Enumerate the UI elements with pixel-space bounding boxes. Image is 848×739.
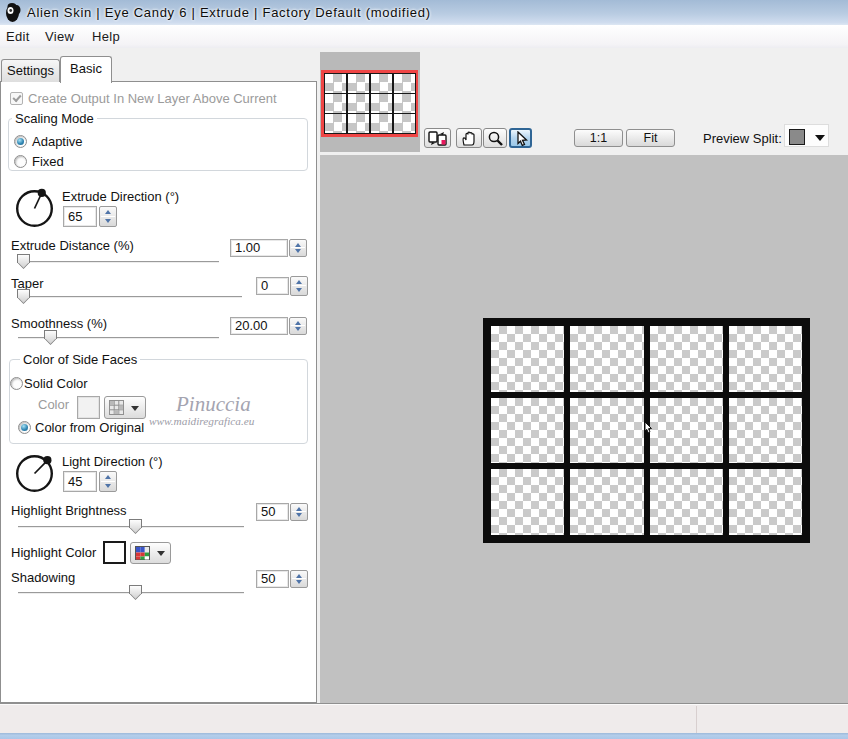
label-color-side-faces: Color of Side Faces [20, 352, 140, 367]
input-smoothness[interactable]: 20.00 [230, 317, 288, 335]
statusbar [0, 705, 848, 733]
label-preview-split: Preview Split: [703, 131, 782, 146]
spin-highlight-brightness[interactable] [290, 503, 308, 521]
btn-zoom[interactable] [483, 128, 507, 148]
radio-adaptive[interactable] [14, 135, 27, 148]
watermark-url: www.maidiregrafica.eu [149, 415, 254, 427]
label-scaling-mode: Scaling Mode [12, 111, 97, 126]
btn-pan[interactable] [456, 128, 482, 148]
preview-area [320, 155, 848, 704]
spin-light-direction[interactable] [99, 471, 117, 492]
input-extrude-direction[interactable]: 65 [63, 206, 97, 227]
app-icon [4, 2, 22, 23]
label-highlight-color: Highlight Color [11, 545, 96, 560]
dial-light-direction[interactable] [14, 453, 55, 494]
label-solid-color: Solid Color [24, 376, 88, 391]
title-text: Alien Skin | Eye Candy 6 | Extrude | Fac… [27, 0, 431, 25]
dropdown-preview-split[interactable] [784, 124, 829, 147]
label-highlight-brightness: Highlight Brightness [11, 503, 127, 518]
menubar: Edit View Help [0, 25, 848, 48]
thumbnail-image [324, 73, 416, 134]
spin-smoothness[interactable] [289, 317, 307, 335]
swatch-highlight-color[interactable] [103, 541, 126, 564]
eye-candy-extrude-window: Alien Skin | Eye Candy 6 | Extrude | Fac… [0, 0, 848, 739]
input-taper[interactable]: 0 [256, 277, 289, 295]
radio-fixed[interactable] [14, 155, 27, 168]
input-extrude-distance[interactable]: 1.00 [230, 239, 288, 257]
spin-taper[interactable] [290, 276, 308, 296]
menu-edit[interactable]: Edit [6, 28, 30, 46]
btn-select[interactable] [509, 128, 532, 148]
input-light-direction[interactable]: 45 [63, 471, 97, 492]
label-smoothness: Smoothness (%) [11, 316, 107, 331]
label-fixed: Fixed [32, 154, 64, 169]
spin-extrude-direction[interactable] [99, 206, 117, 227]
spin-extrude-distance[interactable] [289, 239, 307, 257]
dial-extrude-direction[interactable] [14, 188, 55, 229]
cursor [644, 421, 653, 434]
label-shadowing: Shadowing [11, 570, 75, 585]
titlebar: Alien Skin | Eye Candy 6 | Extrude | Fac… [0, 0, 848, 25]
btn-compare[interactable] [424, 128, 451, 148]
tab-basic[interactable]: Basic [60, 56, 112, 83]
label-adaptive: Adaptive [32, 134, 83, 149]
label-extrude-direction: Extrude Direction (°) [62, 189, 179, 204]
label-taper: Taper [11, 276, 44, 291]
input-highlight-brightness[interactable]: 50 [256, 503, 289, 521]
btn-fit[interactable]: Fit [626, 129, 675, 147]
label-create-output: Create Output In New Layer Above Current [28, 91, 277, 106]
swatch-solid-color[interactable] [77, 396, 100, 419]
dropdown-solid-color[interactable] [104, 396, 146, 419]
tab-settings[interactable]: Settings [1, 59, 60, 82]
menu-view[interactable]: View [45, 28, 74, 46]
btn-1to1[interactable]: 1:1 [574, 129, 623, 147]
label-color: Color [38, 397, 69, 412]
watermark-name: Pinuccia [176, 392, 251, 417]
menu-help[interactable]: Help [92, 28, 120, 46]
radio-color-original[interactable] [18, 421, 31, 434]
slider-taper [18, 296, 242, 297]
label-extrude-distance: Extrude Distance (%) [11, 238, 134, 253]
input-shadowing[interactable]: 50 [256, 570, 289, 588]
dropdown-highlight-color[interactable] [130, 542, 171, 564]
label-color-original: Color from Original [35, 420, 144, 435]
window-bottom-border [0, 733, 848, 739]
spin-shadowing[interactable] [290, 570, 308, 588]
label-light-direction: Light Direction (°) [62, 454, 163, 469]
radio-solid-color[interactable] [10, 377, 23, 390]
checkbox-create-output[interactable] [10, 92, 23, 105]
slider-extrude-distance [18, 261, 219, 262]
